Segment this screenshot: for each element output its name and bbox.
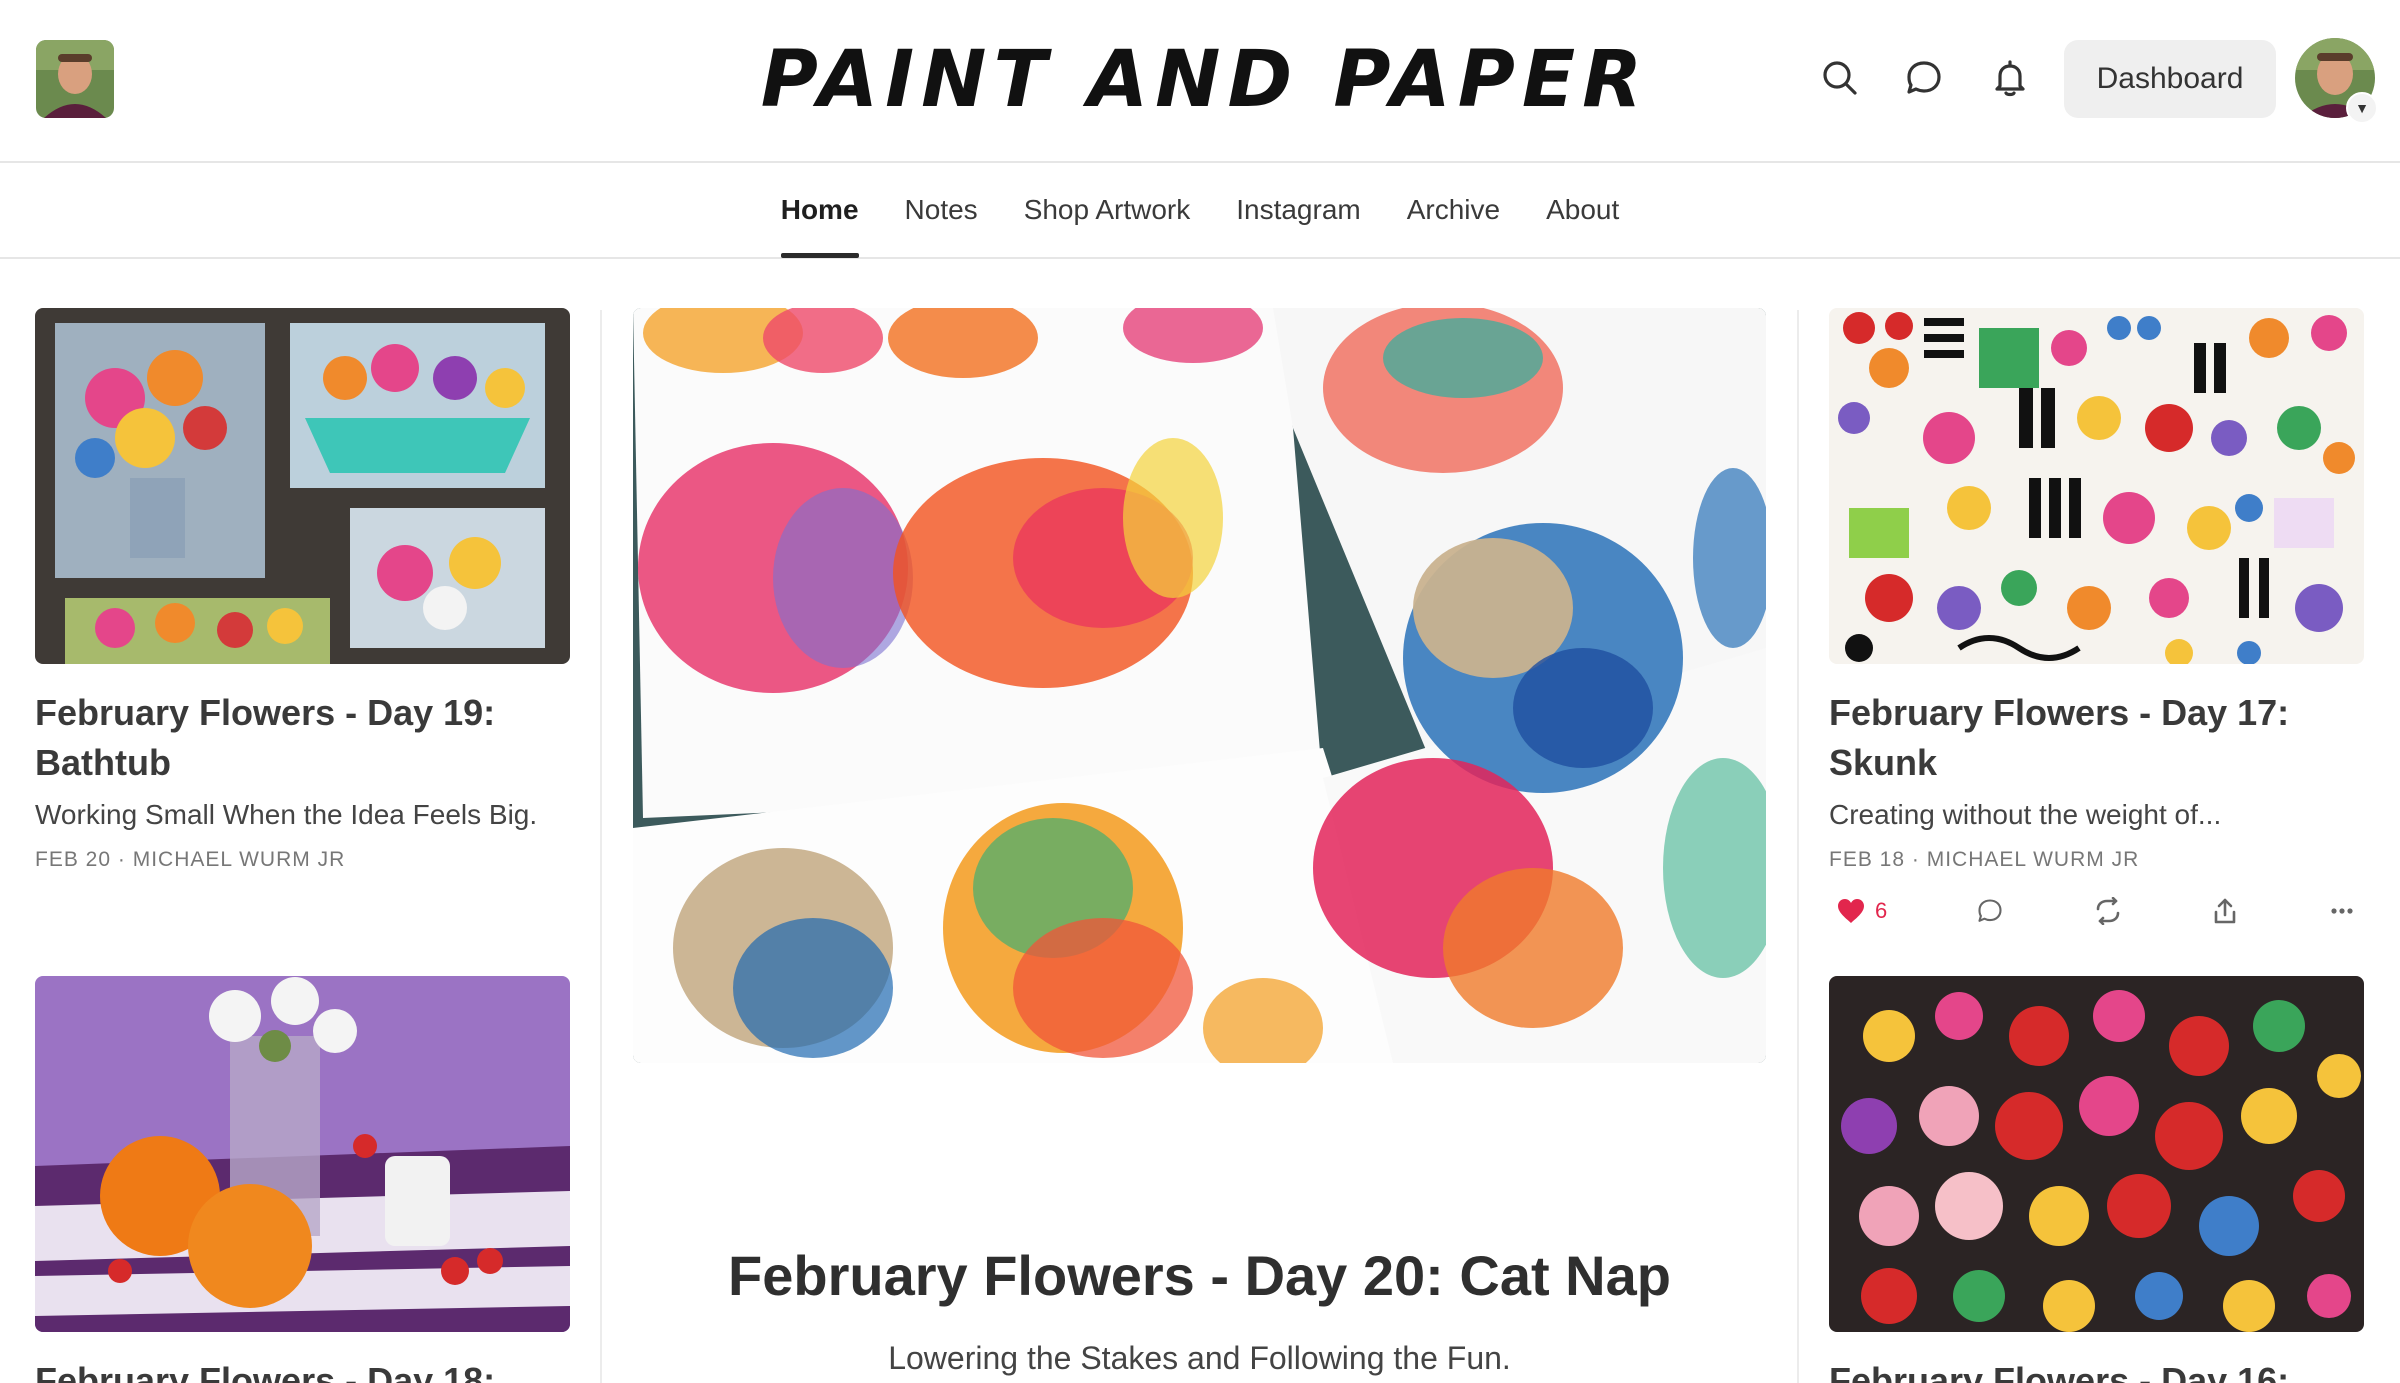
post-title[interactable]: February Flowers - Day 18: xyxy=(35,1356,570,1383)
post-card[interactable]: February Flowers - Day 19: Bathtub Worki… xyxy=(35,308,570,872)
more-options-button[interactable] xyxy=(2328,894,2356,928)
column-divider xyxy=(1797,310,1799,1383)
restack-icon xyxy=(2096,897,2119,925)
featured-post[interactable]: February Flowers - Day 20: Cat Nap Lower… xyxy=(633,308,1766,1376)
tab-about[interactable]: About xyxy=(1523,162,1642,258)
share-button[interactable] xyxy=(2211,894,2239,928)
post-thumbnail[interactable] xyxy=(35,308,570,664)
like-button[interactable]: 6 xyxy=(1837,894,1887,928)
post-card[interactable]: February Flowers - Day 16: xyxy=(1829,976,2364,1383)
column-divider xyxy=(600,310,602,1383)
like-count: 6 xyxy=(1875,898,1888,923)
chat-icon[interactable] xyxy=(1898,52,1950,104)
tab-instagram[interactable]: Instagram xyxy=(1213,162,1384,258)
tab-notes[interactable]: Notes xyxy=(882,162,1001,258)
site-header: PAINT AND PAPER Dashboard ▼ xyxy=(0,0,2400,163)
main-nav: Home Notes Shop Artwork Instagram Archiv… xyxy=(0,163,2400,259)
post-meta: FEB 20 · MICHAEL WURM JR xyxy=(35,848,346,871)
tab-shop-artwork[interactable]: Shop Artwork xyxy=(1001,162,1214,258)
post-actions: 6 xyxy=(1829,894,2364,928)
featured-post-subtitle: Lowering the Stakes and Following the Fu… xyxy=(888,1340,1511,1376)
post-thumbnail[interactable] xyxy=(1829,308,2364,664)
featured-post-image[interactable] xyxy=(633,308,1766,1063)
dashboard-button[interactable]: Dashboard xyxy=(2064,40,2276,118)
tab-archive[interactable]: Archive xyxy=(1384,162,1523,258)
post-subtitle: Creating without the weight of... xyxy=(1829,799,2222,830)
heart-icon xyxy=(1838,899,1864,923)
post-thumbnail[interactable] xyxy=(35,976,570,1332)
post-title[interactable]: February Flowers - Day 19: Bathtub xyxy=(35,688,570,788)
post-title[interactable]: February Flowers - Day 17: Skunk xyxy=(1829,688,2364,788)
post-subtitle: Working Small When the Idea Feels Big. xyxy=(35,799,538,830)
ellipsis-icon xyxy=(2331,908,2353,914)
post-card[interactable]: February Flowers - Day 18: xyxy=(35,976,570,1383)
publication-logo-avatar[interactable] xyxy=(36,40,114,118)
site-title[interactable]: PAINT AND PAPER xyxy=(761,30,1642,130)
featured-post-title[interactable]: February Flowers - Day 20: Cat Nap xyxy=(633,1243,1766,1308)
tab-home[interactable]: Home xyxy=(758,162,882,258)
chevron-down-icon[interactable]: ▼ xyxy=(2346,92,2378,124)
restack-button[interactable] xyxy=(2094,894,2122,928)
bell-icon[interactable] xyxy=(1984,52,2036,104)
post-card[interactable]: February Flowers - Day 17: Skunk Creatin… xyxy=(1829,308,2364,928)
search-icon[interactable] xyxy=(1814,52,1866,104)
post-title[interactable]: February Flowers - Day 16: xyxy=(1829,1356,2364,1383)
share-icon xyxy=(2214,898,2236,924)
post-meta: FEB 18 · MICHAEL WURM JR xyxy=(1829,848,2140,871)
comment-button[interactable] xyxy=(1976,894,2004,928)
comment-icon xyxy=(1978,899,2002,922)
post-thumbnail[interactable] xyxy=(1829,976,2364,1332)
